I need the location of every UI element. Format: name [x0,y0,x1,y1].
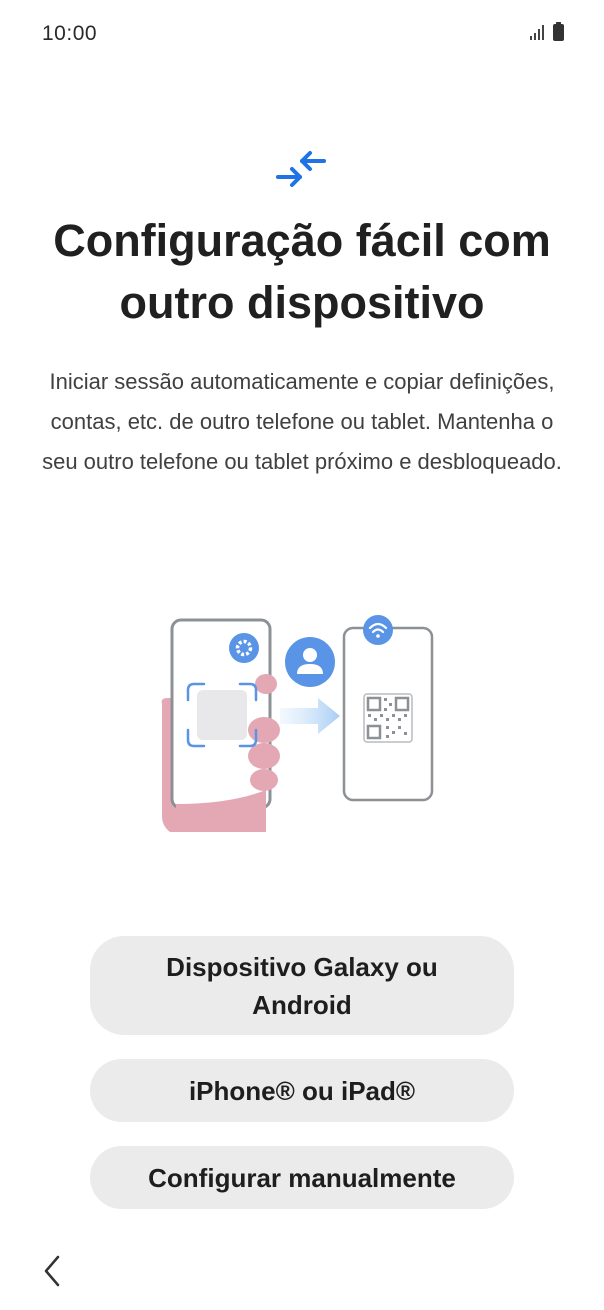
transfer-arrows-icon [276,151,326,187]
status-time: 10:00 [42,22,98,45]
iphone-ipad-button[interactable]: iPhone® ou iPad® [90,1059,514,1122]
scan-target [197,690,247,740]
page-description: Iniciar sessão automaticamente e copiar … [42,369,562,474]
settings-icon [229,633,259,663]
qr-code-icon [363,693,413,743]
configure-manually-button[interactable]: Configurar manualmente [90,1146,514,1209]
status-icons [529,22,564,41]
phone-to-phone-transfer-illustration [161,615,434,832]
account-icon [285,637,335,687]
page-title: Configuração fácil com outro dispositivo [53,215,551,328]
chevron-left-icon [44,1255,60,1287]
back-button[interactable] [36,1250,68,1292]
battery-icon [553,22,564,41]
signal-icon [530,25,544,40]
galaxy-android-button[interactable]: Dispositivo Galaxy ou Android [90,936,514,1035]
wifi-icon [363,615,393,645]
status-bar: 10:00 [0,0,604,70]
arrow-right-icon [280,698,340,734]
